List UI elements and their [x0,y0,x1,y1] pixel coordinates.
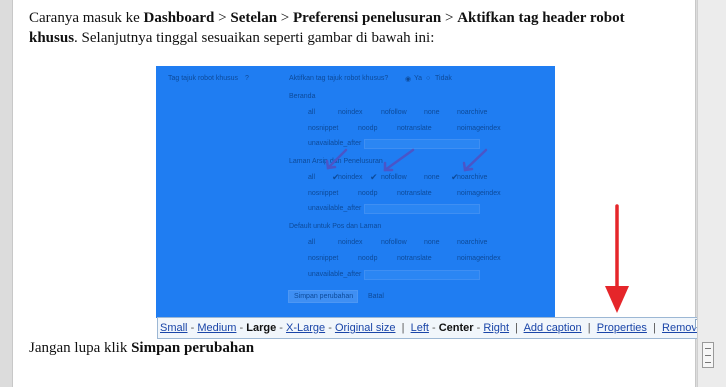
img-arrow-icon [383,148,415,172]
bold-preferensi: Preferensi penelusuran [293,10,442,26]
editor-scrollbar[interactable] [697,0,726,387]
sep-1: > [214,10,231,26]
sep-3: > [441,10,458,26]
separator: - [432,322,436,334]
separator: - [328,322,332,334]
size-xlarge-link[interactable]: X-Large [286,322,325,334]
separator: - [476,322,481,334]
intro-text: Caranya masuk ke [29,10,144,26]
size-large-current[interactable]: Large [246,322,276,334]
scroll-thumb[interactable] [702,342,714,368]
img-arrow-icon [463,148,488,172]
paragraph-end: . Selanjutnya tinggal sesuaikan seperti … [74,30,435,46]
img-annotation-arrows [325,148,488,172]
image-toolbar: Small - Medium - Large - X-Large - Origi… [157,317,709,339]
separator: | [398,322,408,334]
bold-setelan: Setelan [230,10,278,26]
separator: | [649,322,659,334]
align-right-link[interactable]: Right [483,322,509,334]
bold-simpan: Simpan perubahan [131,340,255,356]
separator: - [279,322,283,334]
align-center-current[interactable]: Center [439,322,474,334]
img-arrow-icon [326,148,348,170]
separator: - [190,322,195,334]
bold-dashboard: Dashboard [143,10,215,26]
size-small-link[interactable]: Small [160,322,188,334]
sep-2: > [277,10,294,26]
separator: - [239,322,244,334]
size-medium-link[interactable]: Medium [197,322,236,334]
paragraph-save-reminder: Jangan lupa klik Simpan perubahan [29,338,254,358]
selected-image[interactable]: Tag tajuk robot khusus ? Aktifkan tag ta… [156,66,555,318]
properties-link[interactable]: Properties [597,322,647,334]
separator: | [584,322,594,334]
add-caption-link[interactable]: Add caption [524,322,582,334]
align-left-link[interactable]: Left [411,322,429,334]
reminder-text: Jangan lupa klik [29,340,132,356]
size-original-link[interactable]: Original size [335,322,396,334]
separator: | [512,322,522,334]
paragraph-instructions: Caranya masuk ke Dashboard > Setelan > P… [29,8,669,48]
red-arrow-icon [605,204,629,313]
